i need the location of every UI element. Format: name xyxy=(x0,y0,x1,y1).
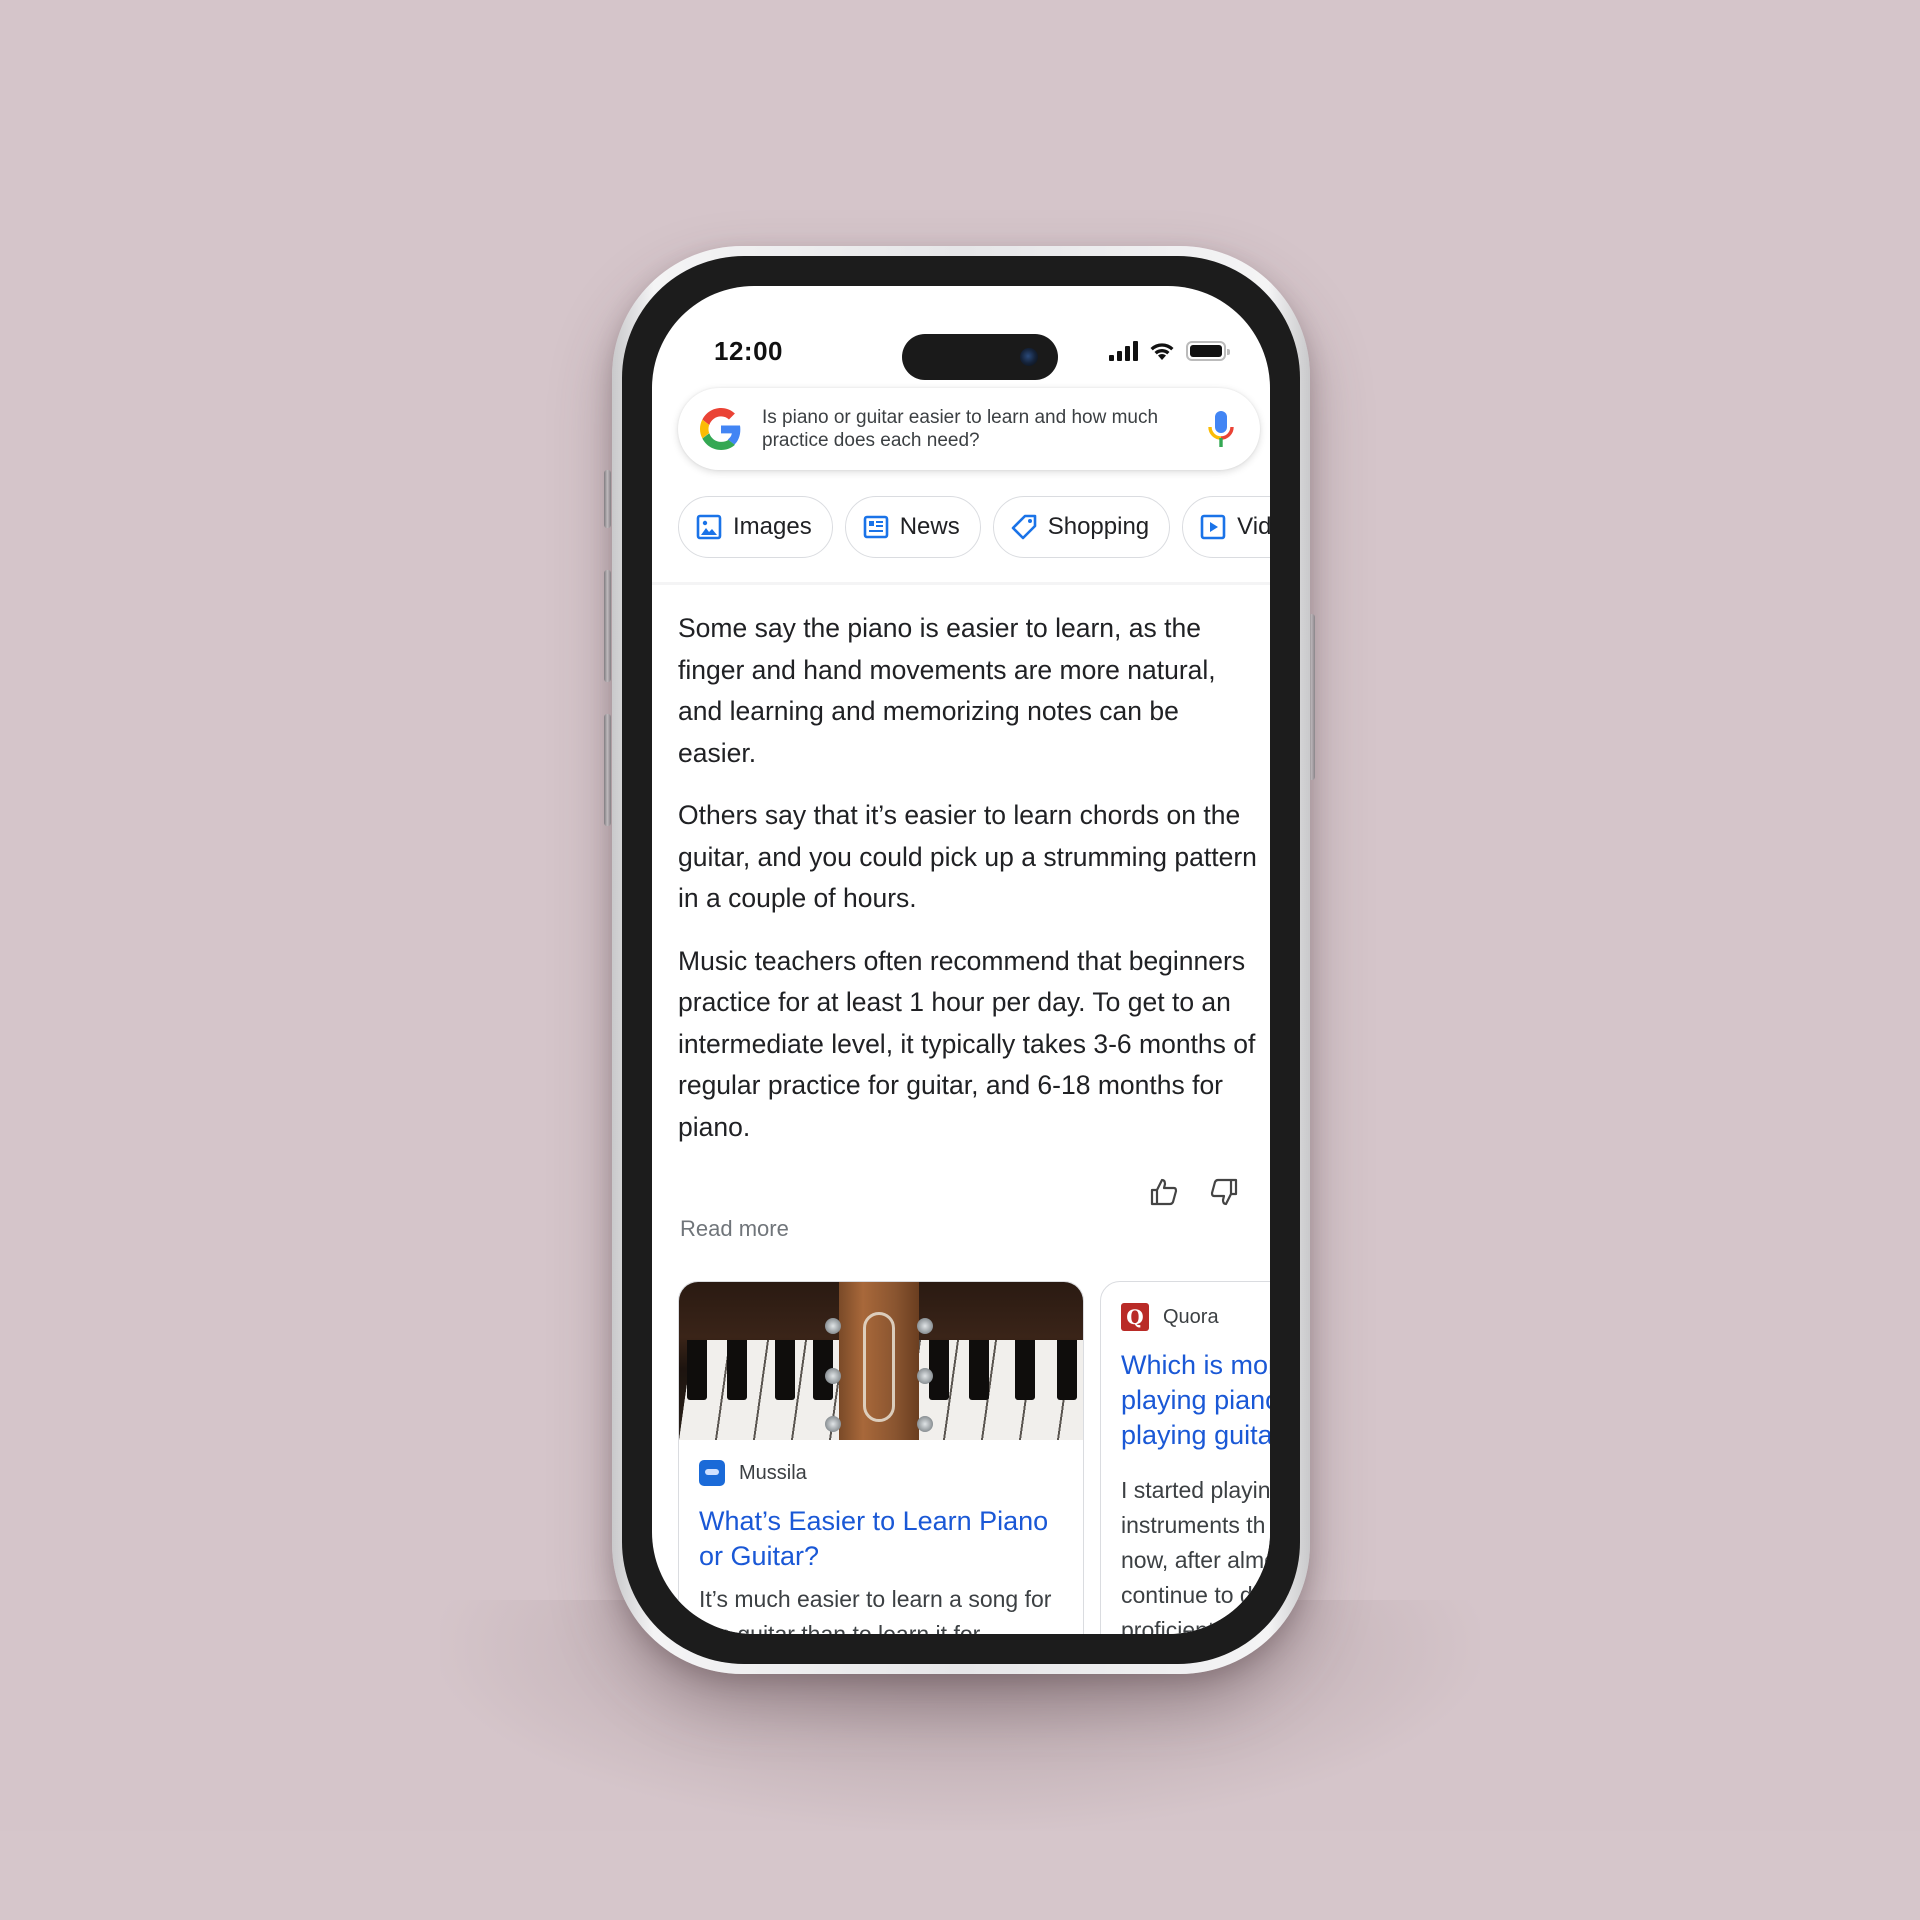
dynamic-island xyxy=(902,334,1058,380)
search-bar[interactable]: Is piano or guitar easier to learn and h… xyxy=(678,388,1260,470)
source-name: Quora xyxy=(1163,1305,1219,1328)
source-card-mussila[interactable]: Mussila What’s Easier to Learn Piano or … xyxy=(678,1281,1084,1634)
news-icon xyxy=(863,515,889,539)
quora-favicon-icon: Q xyxy=(1121,1303,1149,1331)
front-camera-icon xyxy=(1020,348,1038,366)
snippet-line: I started playing xyxy=(1121,1477,1270,1503)
chip-label: Shopping xyxy=(1047,513,1150,540)
thumbs-down-icon[interactable] xyxy=(1208,1176,1240,1208)
card-title-link[interactable]: Which is more playing piano playing guit… xyxy=(1121,1348,1270,1453)
chip-videos[interactable]: Videos xyxy=(1182,496,1270,558)
chip-images[interactable]: Images xyxy=(678,496,833,558)
backdrop-floor xyxy=(0,1831,1920,1920)
google-g-logo-icon[interactable] xyxy=(700,408,742,450)
answer-paragraph: Some say the piano is easier to learn, a… xyxy=(678,613,1216,768)
card-image xyxy=(679,1282,1083,1440)
image-icon xyxy=(696,514,722,540)
snippet-line: now, after almo xyxy=(1121,1547,1270,1573)
guitar-headstock xyxy=(839,1282,919,1440)
title-line: Which is more xyxy=(1121,1350,1270,1380)
phone-screen: 12:00 Is piano or guitar easier to learn… xyxy=(652,286,1270,1634)
action-button xyxy=(604,470,611,528)
microphone-icon[interactable] xyxy=(1204,409,1238,449)
title-line: playing piano xyxy=(1121,1385,1270,1415)
search-query[interactable]: Is piano or guitar easier to learn and h… xyxy=(762,406,1204,452)
battery-icon xyxy=(1186,341,1230,361)
section-divider xyxy=(652,582,1270,585)
search-filter-chips: Images News Shopping Videos xyxy=(678,496,1270,558)
wifi-icon xyxy=(1150,343,1174,360)
read-more-link[interactable]: Read more xyxy=(680,1216,789,1242)
source-cards: Mussila What’s Easier to Learn Piano or … xyxy=(678,1281,1270,1634)
volume-up-button xyxy=(604,570,611,682)
chip-shopping[interactable]: Shopping xyxy=(992,496,1171,558)
chip-label: Images xyxy=(733,513,812,540)
feedback-buttons xyxy=(1148,1176,1240,1208)
card-title-link[interactable]: What’s Easier to Learn Piano or Guitar? xyxy=(699,1504,1063,1574)
title-line: playing guitar xyxy=(1121,1420,1270,1450)
mussila-favicon-icon xyxy=(699,1460,725,1486)
ai-answer: Some say the piano is easier to learn, a… xyxy=(678,608,1258,1169)
tag-icon xyxy=(1011,514,1037,540)
source-card-quora[interactable]: Q Quora Which is more playing piano play… xyxy=(1100,1281,1270,1634)
play-video-icon xyxy=(1200,514,1226,540)
snippet-line: instruments th xyxy=(1121,1512,1266,1538)
status-time: 12:00 xyxy=(714,336,783,366)
chip-news[interactable]: News xyxy=(844,496,981,558)
chip-label: Videos xyxy=(1237,513,1270,540)
card-source: Q Quora xyxy=(1121,1302,1270,1332)
cellular-signal-icon xyxy=(1109,341,1138,361)
answer-paragraph: Others say that it’s easier to learn cho… xyxy=(678,800,1257,913)
snippet-line: proficient xyxy=(1121,1617,1215,1634)
chip-label: News xyxy=(899,513,960,540)
thumbs-up-icon[interactable] xyxy=(1148,1176,1180,1208)
source-name: Mussila xyxy=(739,1461,807,1484)
card-source: Mussila xyxy=(699,1458,1063,1488)
phone-frame: 12:00 Is piano or guitar easier to learn… xyxy=(612,246,1310,1674)
card-snippet: It’s much easier to learn a song for the… xyxy=(699,1586,1052,1634)
phone-bezel: 12:00 Is piano or guitar easier to learn… xyxy=(622,256,1300,1664)
status-icons xyxy=(1109,340,1230,362)
snippet-line: continue to de xyxy=(1121,1582,1266,1608)
status-bar: 12:00 xyxy=(652,286,1270,396)
volume-down-button xyxy=(604,714,611,826)
card-snippet: I started playing instruments th now, af… xyxy=(1121,1473,1270,1634)
answer-paragraph: Music teachers often recommend that begi… xyxy=(678,945,1256,1142)
